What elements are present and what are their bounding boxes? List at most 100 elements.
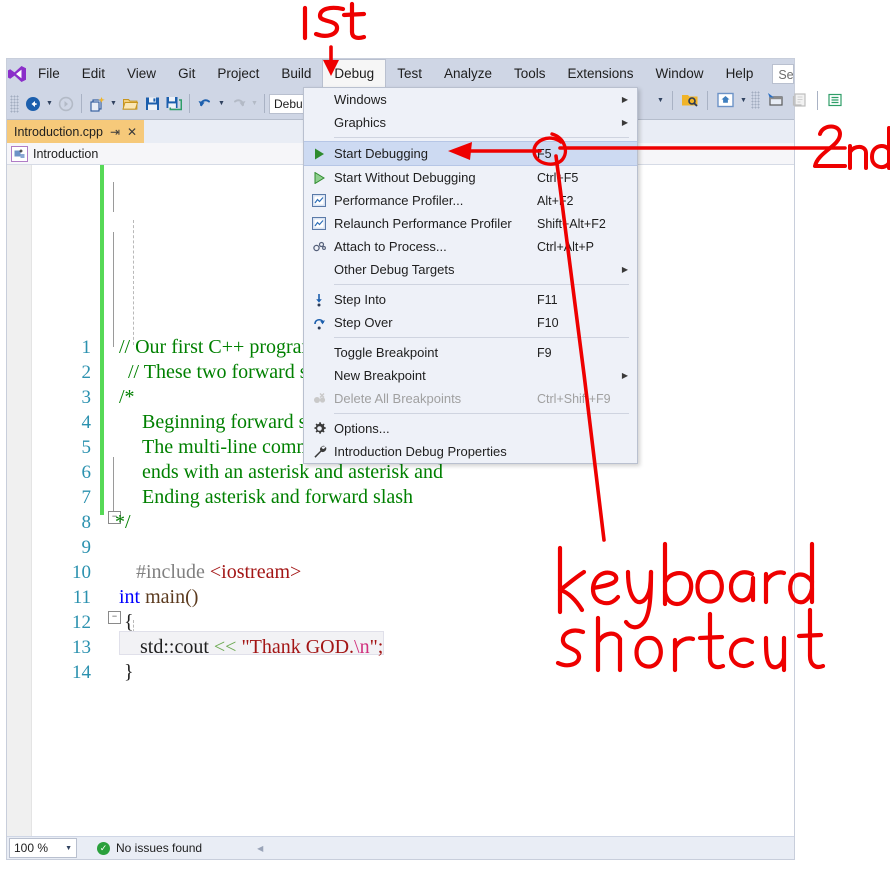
undo-icon[interactable] [194,93,216,115]
fold-guide-line [113,232,114,347]
code-line[interactable]: 14 } [7,660,794,685]
toolbar-separator [264,94,265,113]
menu-item-start-without-debugging[interactable]: Start Without Debugging Ctrl+F5 [304,166,637,189]
menu-project[interactable]: Project [206,59,270,88]
delete-breakpoints-icon [304,387,334,410]
navigate-backward-icon[interactable] [22,93,44,115]
menu-item-start-debugging[interactable]: Start Debugging F5 [304,141,637,166]
code-line[interactable]: 13 std::cout << "Thank GOD.\n"; [7,635,794,660]
code-line[interactable]: 9 [7,535,794,560]
menu-view[interactable]: View [116,59,167,88]
menu-item-step-into[interactable]: Step Into F11 [304,288,637,311]
menu-item-options[interactable]: Options... [304,417,637,440]
toolbar-separator [672,90,673,110]
menu-window[interactable]: Window [645,59,715,88]
zoom-level-dropdown[interactable]: 100 % ▼ [9,838,77,858]
step-into-icon [304,288,334,311]
menu-item-new-breakpoint[interactable]: New Breakpoint ▶ [304,364,637,387]
menu-item-windows[interactable]: Windows ▶ [304,88,637,111]
menu-item-label: New Breakpoint [334,368,426,383]
ok-check-icon: ✓ [97,841,110,855]
task-list-icon[interactable] [824,89,846,111]
undo-caret-icon[interactable]: ▼ [216,93,227,115]
tab-introduction-cpp[interactable]: Introduction.cpp ⇥ ✕ [7,120,145,143]
code-line[interactable]: 8 */ [7,510,794,535]
toolbox-icon [789,89,811,111]
menu-item-other-debug-targets[interactable]: Other Debug Targets ▶ [304,258,637,281]
save-all-icon[interactable] [163,93,185,115]
annotation-2nd-text [813,124,890,170]
menu-help[interactable]: Help [715,59,765,88]
redo-icon [227,93,249,115]
close-icon[interactable]: ✕ [127,125,137,139]
cout-object: std::cout [140,636,214,658]
menu-tools[interactable]: Tools [503,59,557,88]
menu-item-label: Start Debugging [334,146,428,161]
menu-build[interactable]: Build [270,59,322,88]
fold-guide-line [113,182,114,212]
open-file-icon[interactable] [119,93,141,115]
line-number: 9 [81,536,92,558]
menu-item-label: Performance Profiler... [334,193,464,208]
menu-file[interactable]: File [27,59,71,88]
toolbar-grip-handle[interactable] [751,91,760,109]
menu-item-delete-all-breakpoints: Delete All Breakpoints Ctrl+Shift+F9 [304,387,637,410]
dropdown-caret-icon[interactable]: ▼ [655,89,666,111]
toolbar-grip-handle[interactable] [10,94,19,113]
line-text: #include <iostream> [136,561,301,584]
keyword-int: int [119,586,146,608]
line-text: // Our first C++ program [119,336,318,358]
menu-debug[interactable]: Debug [322,58,387,89]
submenu-arrow-icon: ▶ [621,95,628,104]
menu-item-relaunch-performance-profiler[interactable]: Relaunch Performance Profiler Shift+Alt+… [304,212,637,235]
line-text: int main() [119,586,198,609]
menu-item-label: Delete All Breakpoints [334,391,462,406]
menu-separator [334,284,629,285]
line-number: 6 [81,461,92,483]
solution-explorer-icon[interactable] [714,89,736,111]
search-input[interactable]: Search (Ctrl+Q) [772,63,794,84]
dropdown-caret-icon[interactable]: ▼ [65,845,72,852]
line-text: std::cout << "Thank GOD.\n"; [140,636,383,659]
menu-extensions[interactable]: Extensions [557,59,645,88]
debug-dropdown-menu[interactable]: Windows ▶ Graphics ▶ Start Debugging F5 … [303,87,638,464]
menu-item-performance-profiler[interactable]: Performance Profiler... Alt+F2 [304,189,637,212]
indent-guide [133,220,134,345]
menu-item-introduction-debug-properties[interactable]: Introduction Debug Properties [304,440,637,463]
menu-item-shortcut: Alt+F2 [537,193,574,208]
menu-git[interactable]: Git [167,59,206,88]
pin-icon[interactable]: ⇥ [110,125,120,139]
issues-status[interactable]: ✓ No issues found [97,841,202,855]
navigate-backward-caret-icon[interactable]: ▼ [44,93,55,115]
menu-edit[interactable]: Edit [71,59,116,88]
toolbar-separator [81,94,82,113]
save-icon[interactable] [141,93,163,115]
function-main: main() [145,586,199,608]
code-line[interactable]: 11 − int main() [7,585,794,610]
menu-item-attach-to-process[interactable]: Attach to Process... Ctrl+Alt+P [304,235,637,258]
line-text: /* [119,386,135,408]
code-line[interactable]: 7 Ending asterisk and forward slash [7,485,794,510]
code-line[interactable]: 10 #include <iostream> [7,560,794,585]
left-caret-icon[interactable]: ◀ [257,844,263,853]
menu-separator [334,337,629,338]
menu-item-step-over[interactable]: Step Over F10 [304,311,637,334]
new-project-icon[interactable] [86,93,108,115]
properties-window-icon[interactable] [765,89,787,111]
menu-analyze[interactable]: Analyze [433,59,503,88]
menu-test[interactable]: Test [386,59,433,88]
menu-item-graphics[interactable]: Graphics ▶ [304,111,637,134]
line-number: 2 [81,361,92,383]
dropdown-caret-icon[interactable]: ▼ [738,89,749,111]
menu-item-label: Step Into [334,292,387,307]
menu-item-toggle-breakpoint[interactable]: Toggle Breakpoint F9 [304,341,637,364]
menu-item-label: Other Debug Targets [334,262,455,277]
line-number: 3 [81,386,92,408]
new-project-caret-icon[interactable]: ▼ [108,93,119,115]
menu-icon-slot [304,258,334,281]
redo-caret-icon: ▼ [251,100,258,107]
menu-item-label: Windows [334,92,387,107]
navbar-scope-label[interactable]: Introduction [33,147,98,161]
find-in-files-icon[interactable] [679,89,701,111]
code-line[interactable]: 12 { [7,610,794,635]
